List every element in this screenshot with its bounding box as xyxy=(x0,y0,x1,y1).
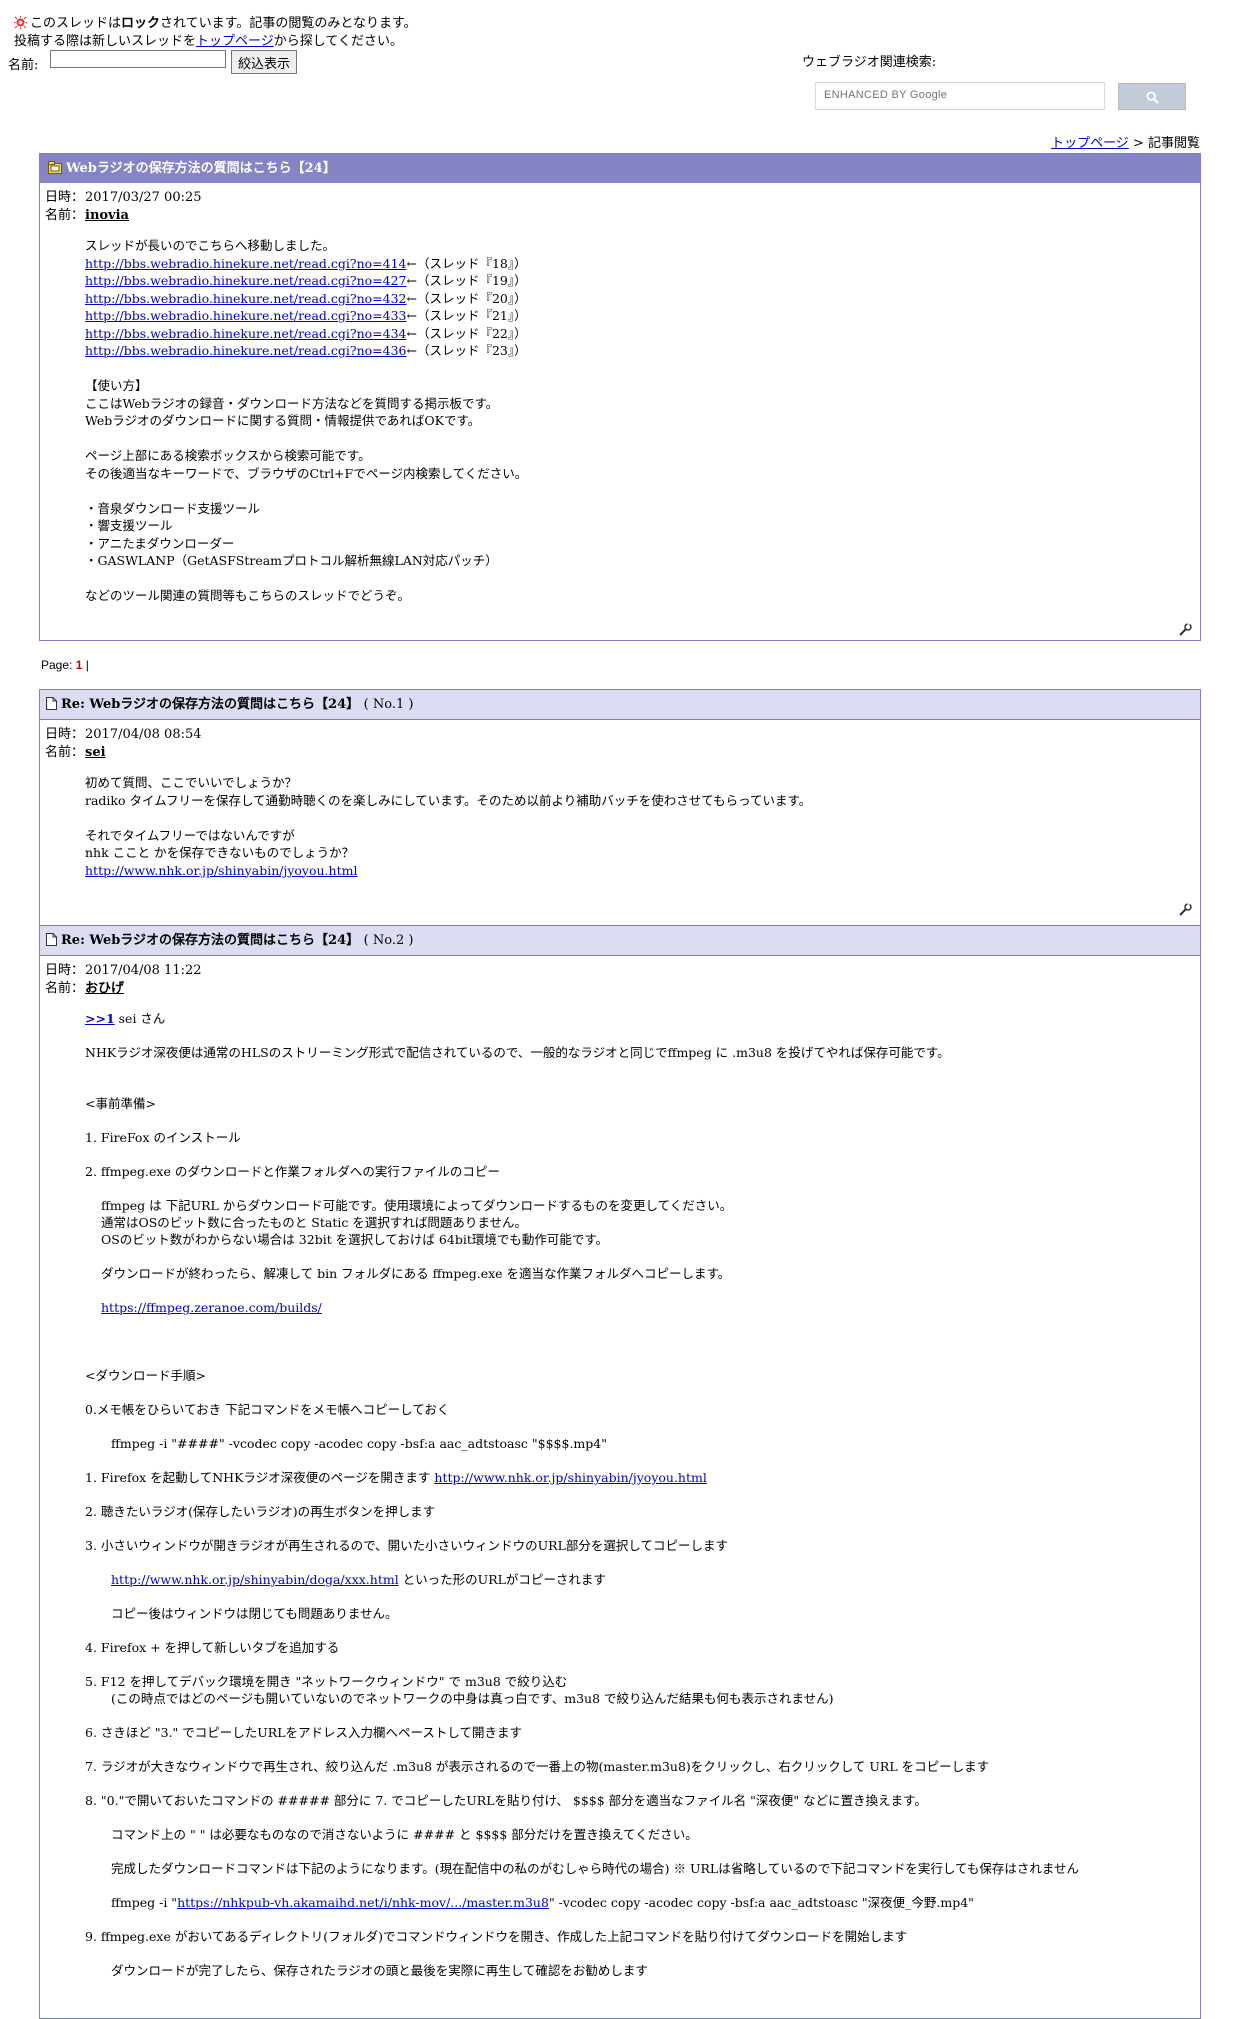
new-thread-notice: 投稿する際は新しいスレッドをトップページから探してください。 xyxy=(14,34,403,49)
top-bar: このスレッドはロックされています。記事の閲覧のみとなります。 投稿する際は新しい… xyxy=(0,0,1242,130)
pager: Page: 1 | xyxy=(41,658,89,672)
edit-wrench-icon[interactable] xyxy=(1178,623,1192,637)
name-filter-input[interactable] xyxy=(50,50,226,68)
search-icon xyxy=(1146,91,1159,104)
document-icon xyxy=(46,697,57,710)
lock-notice-icon xyxy=(14,16,27,29)
thread-body: スレッドが長いのでこちらへ移動しました。 http://bbs.webradio… xyxy=(85,238,528,603)
post1-body: 初めて質問、ここでいいでしょうか？ radiko タイムフリーを保存して通勤時聴… xyxy=(85,775,812,878)
breadcrumb-top-link[interactable]: トップページ xyxy=(1051,136,1129,151)
pager-current-page[interactable]: 1 xyxy=(76,658,83,672)
post1-title-bar: Re: Webラジオの保存方法の質問はこちら【24】 ( No.1 ) xyxy=(40,690,1200,720)
thread-link-21[interactable]: http://bbs.webradio.hinekure.net/read.cg… xyxy=(85,308,407,323)
post2-author[interactable]: おひげ xyxy=(85,981,124,996)
master-m3u8-link[interactable]: https://nhkpub-vh.akamaihd.net/i/nhk-mov… xyxy=(177,1895,549,1910)
top-page-link[interactable]: トップページ xyxy=(196,34,274,49)
name-filter-label: 名前: xyxy=(8,58,39,73)
document-icon xyxy=(46,933,57,946)
ffmpeg-builds-link[interactable]: https://ffmpeg.zeranoe.com/builds/ xyxy=(101,1300,322,1315)
breadcrumb: トップページ > 記事閲覧 xyxy=(1051,136,1200,151)
thread-link-22[interactable]: http://bbs.webradio.hinekure.net/read.cg… xyxy=(85,326,407,341)
ffmpeg-command-example: ffmpeg -i "https://nhkpub-vh.akamaihd.ne… xyxy=(111,1895,974,1910)
google-search-input[interactable]: ENHANCED BY Google xyxy=(815,82,1105,110)
post1-date: 2017/04/08 08:54 xyxy=(85,727,202,742)
post1-nhk-link[interactable]: http://www.nhk.or.jp/shinyabin/jyoyou.ht… xyxy=(85,863,357,878)
post2: 日時：2017/04/08 11:22 名前：おひげ >>1 sei さん NH… xyxy=(40,956,1200,1979)
post2-number: ( No.2 ) xyxy=(363,933,414,948)
google-search-button[interactable] xyxy=(1118,83,1186,110)
thread-meta: 日時：2017/03/27 00:25 名前：inovia xyxy=(45,190,202,223)
replies-panel: Re: Webラジオの保存方法の質問はこちら【24】 ( No.1 ) 日時：2… xyxy=(39,689,1201,2019)
post2-title-bar: Re: Webラジオの保存方法の質問はこちら【24】 ( No.2 ) xyxy=(40,925,1200,956)
reply-anchor-link[interactable]: >>1 xyxy=(85,1011,115,1026)
post1-author[interactable]: sei xyxy=(85,745,106,760)
post1-title: Re: Webラジオの保存方法の質問はこちら【24】 xyxy=(61,697,360,712)
post1-number: ( No.1 ) xyxy=(363,697,414,712)
post1: 日時：2017/04/08 08:54 名前：sei 初めて質問、ここでいいでし… xyxy=(40,720,1200,925)
edit-wrench-icon[interactable] xyxy=(1178,903,1192,917)
post2-date: 2017/04/08 11:22 xyxy=(85,963,202,978)
lock-notice: このスレッドはロックされています。記事の閲覧のみとなります。 xyxy=(14,12,417,31)
shinyabin-page-link[interactable]: http://www.nhk.or.jp/shinyabin/jyoyou.ht… xyxy=(434,1470,706,1485)
post2-body: >>1 sei さん NHKラジオ深夜便は通常のHLSのストリーミング形式で配信… xyxy=(40,998,1200,1979)
doga-example-link[interactable]: http://www.nhk.or.jp/shinyabin/doga/xxx.… xyxy=(111,1572,399,1587)
filter-display-button[interactable]: 絞込表示 xyxy=(231,50,298,74)
thread-link-23[interactable]: http://bbs.webradio.hinekure.net/read.cg… xyxy=(85,343,407,358)
thread-link-18[interactable]: http://bbs.webradio.hinekure.net/read.cg… xyxy=(85,256,407,271)
thread-date: 2017/03/27 00:25 xyxy=(85,190,202,205)
thread-title: Webラジオの保存方法の質問はこちら【24】 xyxy=(66,161,336,176)
thread-link-20[interactable]: http://bbs.webradio.hinekure.net/read.cg… xyxy=(85,291,407,306)
thread-title-bar: Webラジオの保存方法の質問はこちら【24】 xyxy=(40,154,1200,183)
thread-link-19[interactable]: http://bbs.webradio.hinekure.net/read.cg… xyxy=(85,273,407,288)
ffmpeg-command-template: ffmpeg -i "####" -vcodec copy -acodec co… xyxy=(111,1436,607,1451)
thread-main-panel: Webラジオの保存方法の質問はこちら【24】 日時：2017/03/27 00:… xyxy=(39,153,1201,641)
breadcrumb-current: 記事閲覧 xyxy=(1147,136,1200,151)
thread-author[interactable]: inovia xyxy=(85,208,129,223)
post2-title: Re: Webラジオの保存方法の質問はこちら【24】 xyxy=(61,933,360,948)
web-search-label: ウェブラジオ関連検索: xyxy=(802,55,937,70)
folder-icon xyxy=(48,161,62,174)
